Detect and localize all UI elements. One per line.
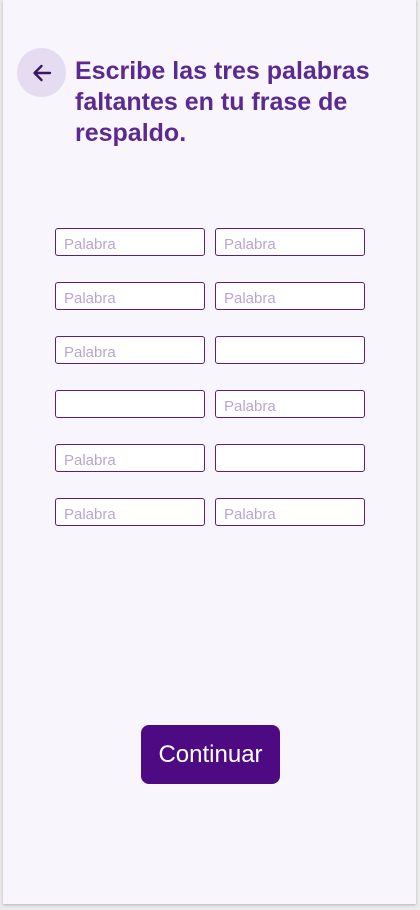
word-input-1[interactable] xyxy=(55,228,205,256)
word-input-2[interactable] xyxy=(215,228,365,256)
word-input-9[interactable] xyxy=(55,444,205,472)
word-row xyxy=(55,228,365,256)
word-row xyxy=(55,282,365,310)
screen: Escribe las tres palabras faltantes en t… xyxy=(3,0,416,904)
word-row xyxy=(55,444,365,472)
arrow-left-icon xyxy=(30,61,54,85)
word-row xyxy=(55,336,365,364)
back-button[interactable] xyxy=(17,48,66,97)
word-input-3[interactable] xyxy=(55,282,205,310)
word-input-12[interactable] xyxy=(215,498,365,526)
word-input-4[interactable] xyxy=(215,282,365,310)
word-input-6[interactable] xyxy=(215,336,365,364)
page-title: Escribe las tres palabras faltantes en t… xyxy=(75,57,370,147)
word-input-5[interactable] xyxy=(55,336,205,364)
word-input-11[interactable] xyxy=(55,498,205,526)
word-grid xyxy=(55,228,365,552)
continue-button[interactable]: Continuar xyxy=(141,725,280,784)
word-row xyxy=(55,498,365,526)
word-row xyxy=(55,390,365,418)
word-input-8[interactable] xyxy=(215,390,365,418)
word-input-10[interactable] xyxy=(215,444,365,472)
word-input-7[interactable] xyxy=(55,390,205,418)
